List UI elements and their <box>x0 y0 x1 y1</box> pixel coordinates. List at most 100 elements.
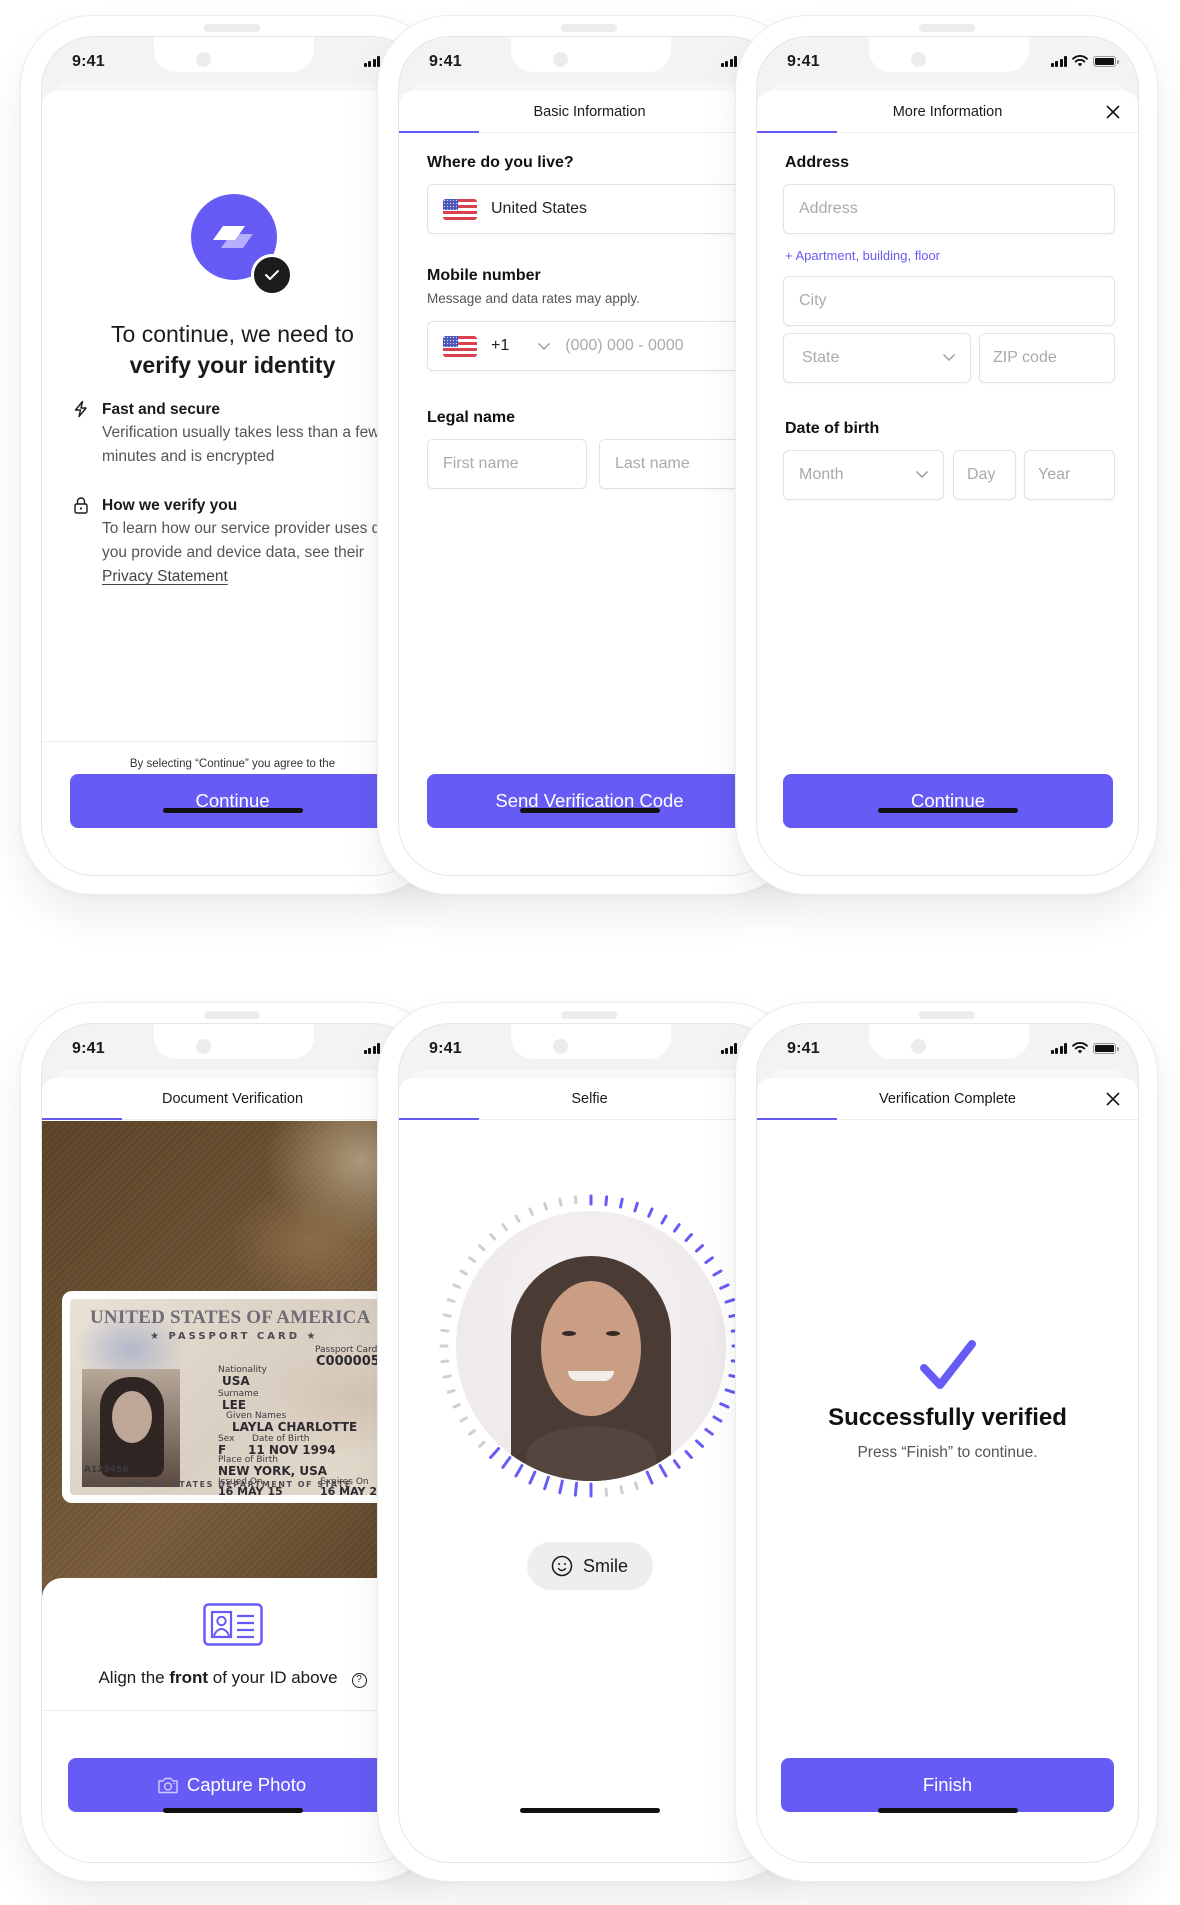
align-bold: front <box>169 1668 209 1687</box>
continue-button[interactable]: Continue <box>70 774 395 828</box>
camera <box>911 52 926 67</box>
signal-icon <box>363 55 380 67</box>
notch <box>511 1024 671 1059</box>
wifi-icon <box>1072 1042 1088 1054</box>
progress-tick-active <box>695 1244 704 1253</box>
progress-tick-active <box>604 1195 609 1207</box>
home-indicator <box>519 808 660 813</box>
header-title: More Information <box>892 104 1003 120</box>
first-name-input[interactable]: First name <box>427 439 587 489</box>
mobile-sublabel: Message and data rates may apply. <box>427 291 640 306</box>
chevron-down-icon <box>916 471 928 478</box>
add-apartment-link[interactable]: + Apartment, building, floor <box>785 248 940 263</box>
capture-photo-button[interactable]: Capture Photo <box>68 1758 395 1812</box>
last-name-placeholder: Last name <box>615 455 690 472</box>
home-indicator <box>519 1808 660 1813</box>
state-select[interactable]: State <box>783 333 971 383</box>
progress-tick <box>446 1388 456 1394</box>
send-verification-code-button[interactable]: Send Verification Code <box>427 774 752 828</box>
signal-icon <box>720 55 737 67</box>
selfie-card: Selfie Smile <box>399 1078 780 1862</box>
state-placeholder: State <box>802 349 840 366</box>
smile-label: Smile <box>582 1555 628 1576</box>
city-placeholder: City <box>799 292 827 309</box>
country-label: Where do you live? <box>427 154 574 171</box>
feature-desc-text: To learn how our service provider uses d… <box>102 520 402 561</box>
finish-button[interactable]: Finish <box>781 1758 1114 1812</box>
speaker <box>560 24 617 32</box>
progress-tick-active <box>501 1456 512 1469</box>
chevron-down-icon <box>943 354 955 361</box>
header: Document Verification <box>42 1078 423 1120</box>
status-icons <box>1050 1040 1119 1056</box>
feature-title: Fast and secure <box>102 401 221 418</box>
address-placeholder: Address <box>799 200 858 217</box>
month-placeholder: Month <box>799 466 844 483</box>
progress-tick-active <box>633 1201 639 1213</box>
speaker <box>203 1011 260 1019</box>
zip-input[interactable]: ZIP code <box>979 333 1115 383</box>
progress-tick-active <box>724 1298 736 1304</box>
id-subtitle: ★ PASSPORT CARD ★ <box>150 1331 319 1342</box>
lightning-icon <box>74 400 87 418</box>
selfie-camera-preview <box>456 1211 726 1481</box>
progress-tick-active <box>672 1223 681 1233</box>
complete-card: Verification Complete Successfully verif… <box>757 1078 1138 1862</box>
document-card: Document Verification UNITED STATES OF A… <box>42 1078 423 1862</box>
progress-tick <box>452 1403 461 1409</box>
address-input[interactable]: Address <box>783 184 1115 234</box>
wifi-icon <box>1072 55 1088 67</box>
header: More Information <box>757 91 1138 133</box>
progress-bar <box>42 1118 122 1120</box>
status-time: 9:41 <box>72 1040 105 1057</box>
continue-button[interactable]: Continue <box>783 774 1113 828</box>
legal-name-label: Legal name <box>427 409 516 426</box>
header: Basic Information <box>399 91 780 133</box>
progress-bar <box>757 131 837 133</box>
privacy-statement-link[interactable]: Privacy Statement <box>102 568 228 585</box>
agreement-label: By selecting “Continue” you agree to the <box>129 758 336 770</box>
progress-tick-active <box>712 1415 723 1423</box>
phone-more-info: 9:41 More Information Address Address + … <box>735 15 1158 895</box>
signal-icon <box>1050 1042 1067 1054</box>
dial-code[interactable]: +1 <box>491 337 509 355</box>
us-flag-icon <box>443 198 477 220</box>
phone-placeholder: (000) 000 - 0000 <box>565 337 684 354</box>
progress-tick <box>573 1195 578 1205</box>
month-select[interactable]: Month <box>783 450 944 500</box>
progress-tick-active <box>719 1283 730 1290</box>
progress-tick-active <box>573 1481 579 1497</box>
speaker <box>918 1011 975 1019</box>
chevron-down-icon[interactable] <box>537 342 551 351</box>
mobile-field[interactable]: +1 (000) 000 - 0000 <box>427 321 767 371</box>
smile-prompt: Smile <box>526 1542 653 1590</box>
header-title: Selfie <box>571 1091 608 1107</box>
progress-tick <box>478 1244 486 1252</box>
progress-bar <box>757 1118 837 1120</box>
progress-tick <box>633 1481 639 1491</box>
progress-tick-active <box>695 1439 704 1448</box>
notch <box>154 1024 314 1059</box>
divider <box>42 741 423 742</box>
progress-tick-active <box>672 1459 681 1469</box>
country-select[interactable]: United States <box>427 184 767 234</box>
notch <box>511 37 671 72</box>
progress-tick <box>459 1416 468 1423</box>
mobile-label: Mobile number <box>427 267 541 284</box>
progress-tick <box>558 1197 563 1207</box>
help-icon[interactable]: ? <box>351 1673 367 1688</box>
progress-tick-active <box>558 1479 564 1495</box>
speaker <box>918 24 975 32</box>
close-icon[interactable] <box>1104 1090 1122 1108</box>
close-icon[interactable] <box>1104 103 1122 121</box>
verified-badge <box>251 254 293 296</box>
city-input[interactable]: City <box>783 276 1115 326</box>
home-indicator <box>162 1808 303 1813</box>
progress-tick-active <box>684 1233 693 1242</box>
notch <box>869 1024 1029 1059</box>
camera-icon <box>158 1777 178 1793</box>
success-checkmark-icon <box>919 1340 976 1389</box>
day-input[interactable]: Day <box>953 450 1016 500</box>
progress-tick <box>442 1313 452 1318</box>
year-input[interactable]: Year <box>1024 450 1115 500</box>
